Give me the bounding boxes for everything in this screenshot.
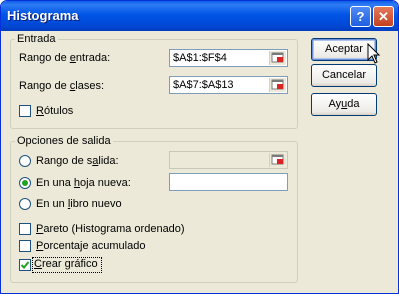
rango-salida-label: Rango de salida: [36,155,119,167]
histograma-dialog: Histograma ? ✕ Entrada Rango de entrada:… [0,0,399,294]
cancelar-button[interactable]: Cancelar [311,64,377,87]
rotulos-checkbox[interactable] [19,105,31,117]
collapse-dialog-icon[interactable] [269,153,286,167]
porcentaje-checkbox[interactable] [19,240,31,252]
hoja-nueva-name-field[interactable] [169,173,288,191]
pareto-label: Pareto (Histograma ordenado) [36,223,185,235]
rotulos-label: Rótulos [36,105,74,117]
close-button[interactable]: ✕ [373,6,394,27]
mouse-cursor-icon [367,43,381,64]
opciones-salida-legend: Opciones de salida [17,135,111,147]
collapse-dialog-icon[interactable] [269,78,286,92]
crear-grafico-checkbox[interactable] [19,259,31,271]
rango-clases-field[interactable]: $A$7:$A$13 [169,76,288,94]
rango-salida-radio[interactable] [19,155,31,167]
close-icon: ✕ [378,9,389,24]
collapse-dialog-icon[interactable] [269,51,286,65]
help-icon: ? [356,9,365,24]
porcentaje-label: Porcentaje acumulado [36,240,146,252]
dialog-title: Histograma [7,8,79,23]
rango-entrada-field[interactable]: $A$1:$F$4 [169,49,288,67]
crear-grafico-label: Crear gráfico [34,258,98,270]
rango-clases-value: $A$7:$A$13 [173,79,234,91]
rango-clases-label: Rango de clases: [19,80,105,92]
ayuda-button[interactable]: Ayuda [311,93,377,116]
checkmark-icon [20,261,30,269]
libro-nuevo-radio[interactable] [19,198,31,210]
entrada-legend: Entrada [17,33,56,45]
hoja-nueva-radio[interactable] [19,177,31,189]
title-bar[interactable]: Histograma ? ✕ [1,1,398,31]
help-button[interactable]: ? [350,6,371,27]
hoja-nueva-label: En una hoja nueva: [36,177,131,189]
pareto-checkbox[interactable] [19,223,31,235]
rango-entrada-label: Rango de entrada: [19,52,111,64]
libro-nuevo-label: En un libro nuevo [36,198,122,210]
rango-salida-field[interactable] [169,151,288,169]
rango-entrada-value: $A$1:$F$4 [173,52,227,64]
